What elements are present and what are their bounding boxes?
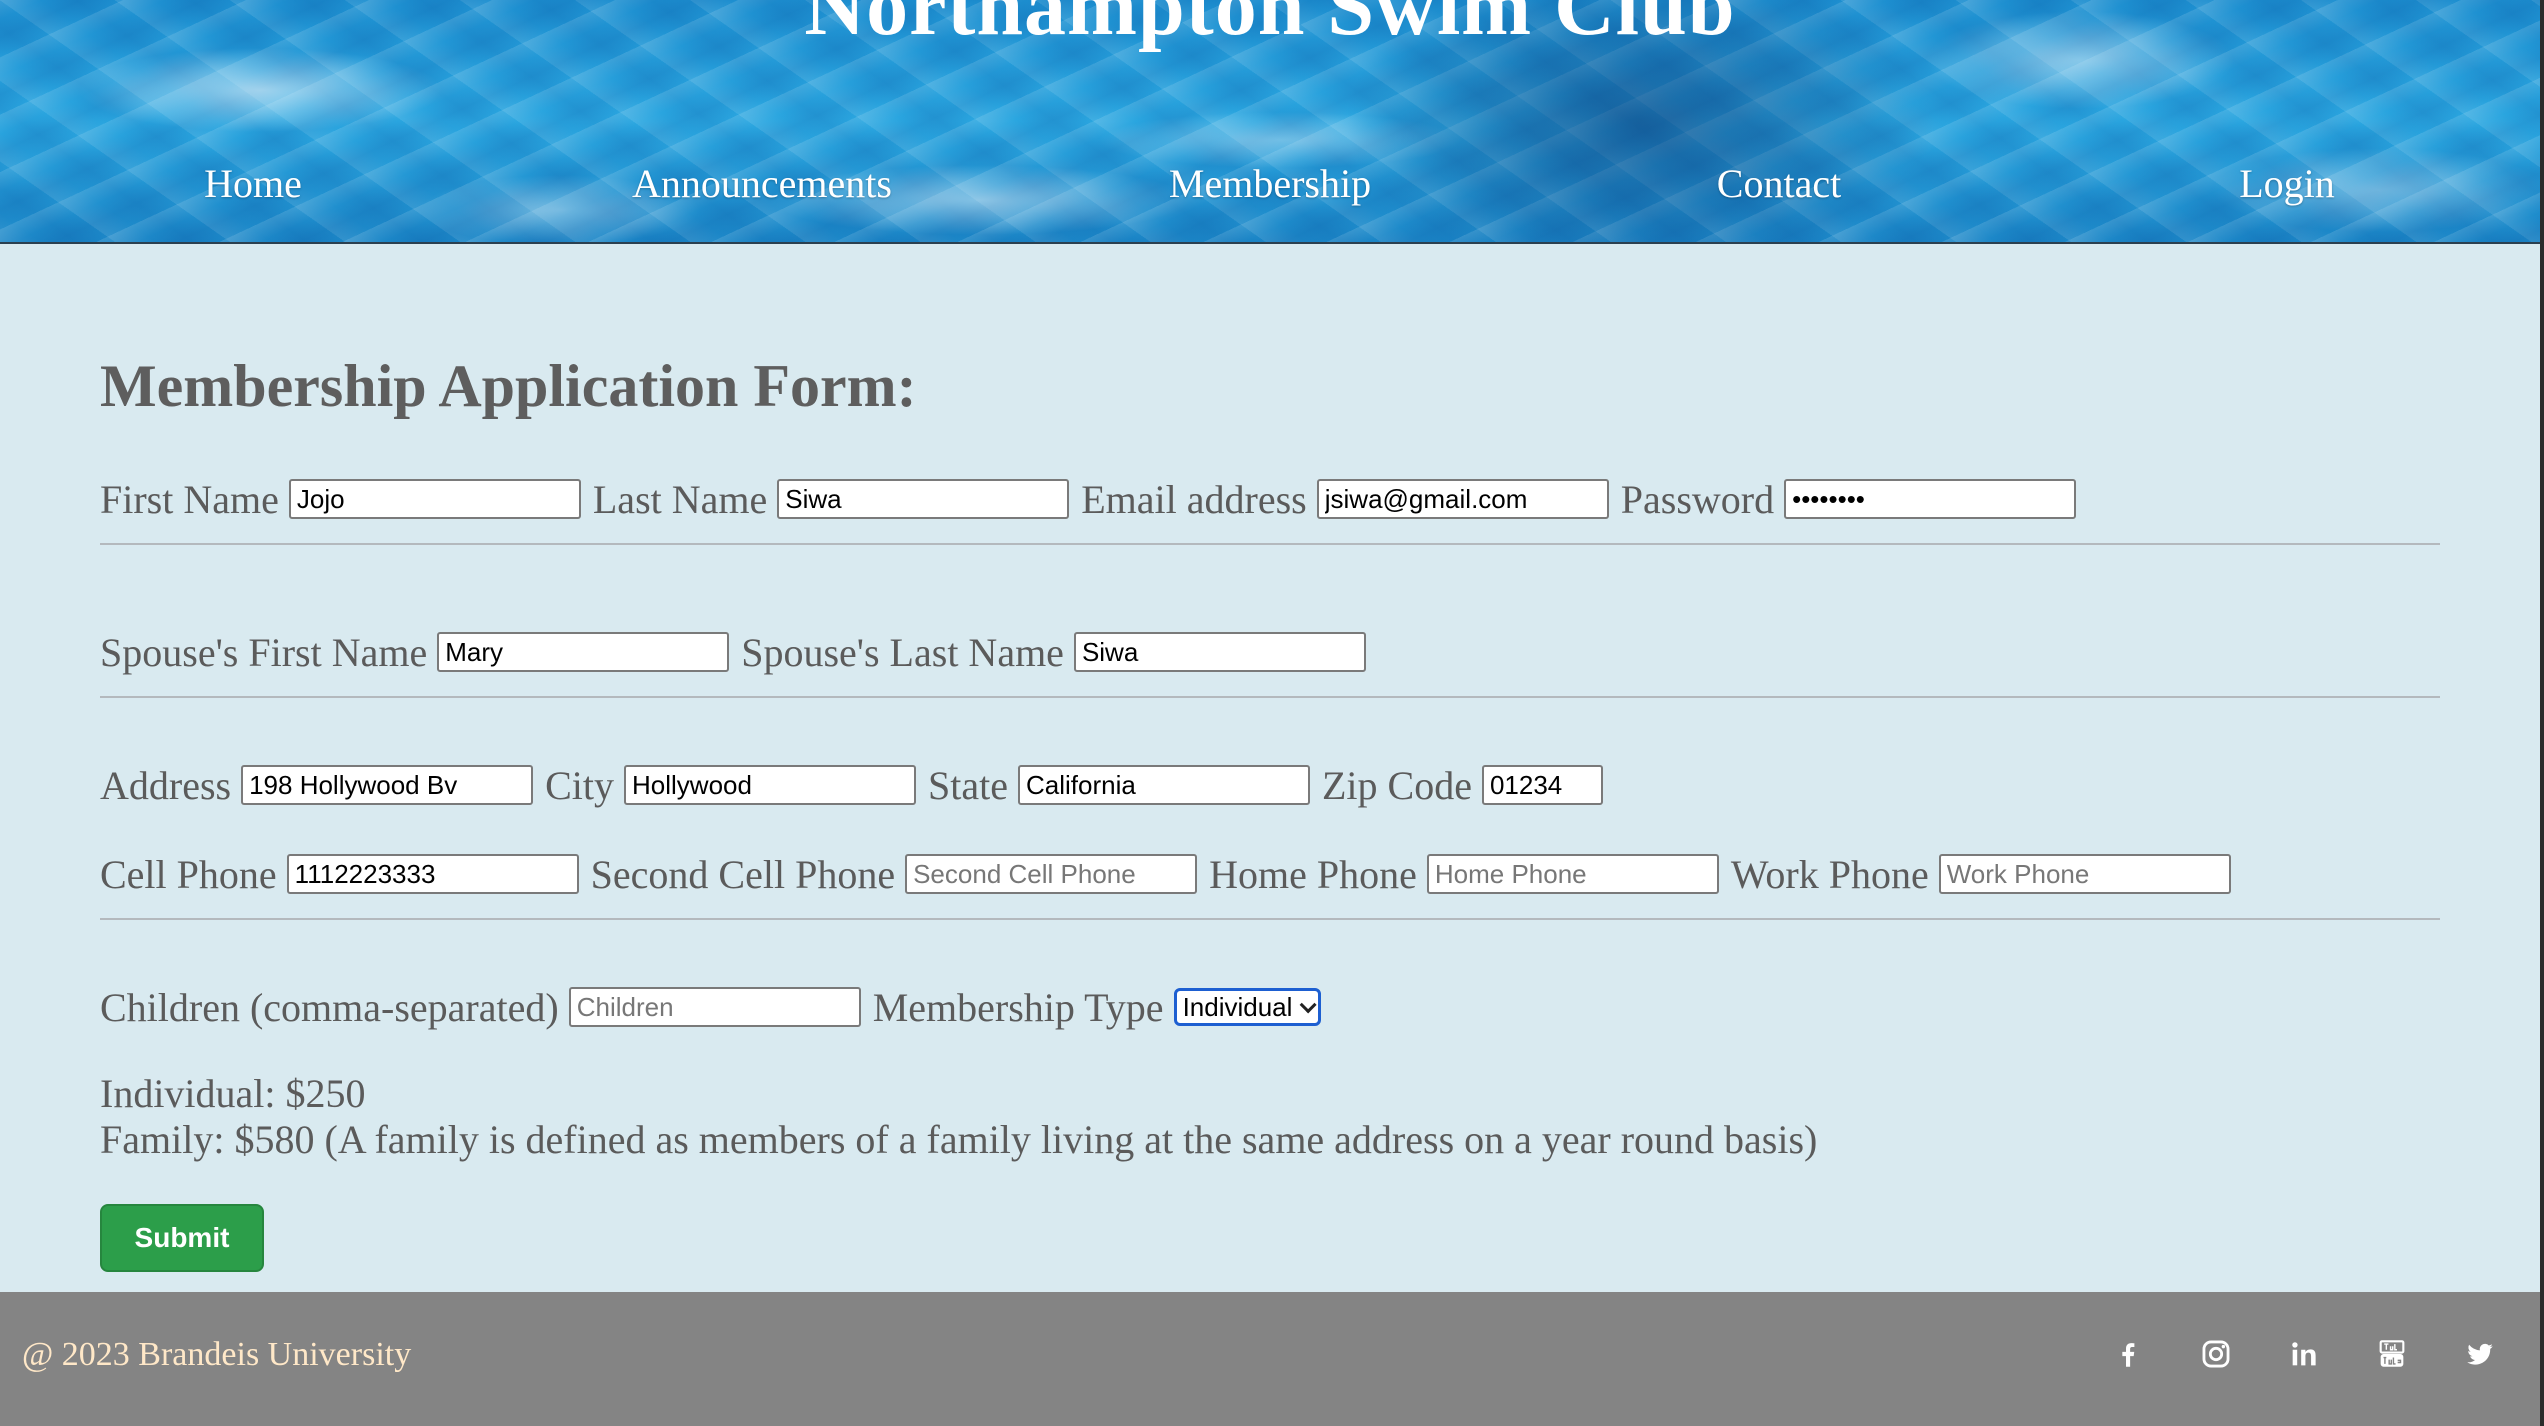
nav-membership[interactable]: Membership — [1169, 160, 1371, 207]
nav-home[interactable]: Home — [204, 160, 302, 207]
account-row: First Name Last Name Email address Passw… — [100, 476, 2088, 522]
last-name-label: Last Name — [592, 476, 768, 522]
linkedin-icon[interactable] — [2282, 1332, 2326, 1376]
home-phone-label: Home Phone — [1209, 851, 1417, 897]
zip-code-field[interactable] — [1481, 765, 1603, 805]
site-header: Northampton Swim Club Home Announcements… — [0, 0, 2540, 244]
address-row: Address City State Zip Code — [100, 762, 1615, 808]
facebook-icon[interactable] — [2106, 1332, 2150, 1376]
last-name-field[interactable] — [777, 479, 1070, 519]
zip-code-label: Zip Code — [1321, 762, 1472, 808]
spouse-last-name-field[interactable] — [1073, 632, 1366, 672]
spouse-last-name-label: Spouse's Last Name — [741, 629, 1064, 675]
city-field[interactable] — [624, 765, 916, 805]
address-label: Address — [100, 762, 232, 808]
password-label: Password — [1620, 476, 1775, 522]
state-field[interactable] — [1017, 765, 1310, 805]
membership-type-select[interactable]: Individual — [1173, 988, 1322, 1026]
city-label: City — [545, 762, 614, 808]
divider — [100, 918, 2440, 920]
price-family: Family: $580 (A family is defined as mem… — [100, 1117, 1818, 1162]
membership-type-label: Membership Type — [872, 984, 1164, 1030]
divider — [100, 696, 2440, 698]
spouse-first-name-label: Spouse's First Name — [100, 629, 428, 675]
copyright-text: @ 2023 Brandeis University — [22, 1336, 412, 1373]
cell-phone-field[interactable] — [286, 854, 579, 894]
home-phone-field[interactable] — [1426, 854, 1719, 894]
state-label: State — [928, 762, 1008, 808]
site-footer: @ 2023 Brandeis University — [0, 1292, 2540, 1426]
children-field[interactable] — [568, 987, 861, 1027]
page-title: Membership Application Form: — [100, 353, 917, 419]
work-phone-field[interactable] — [1938, 854, 2231, 894]
twitter-icon[interactable] — [2458, 1332, 2502, 1376]
main-nav: Home Announcements Membership Contact Lo… — [0, 160, 2540, 216]
instagram-icon[interactable] — [2194, 1332, 2238, 1376]
email-label: Email address — [1081, 476, 1307, 522]
cell-phone-label: Cell Phone — [100, 851, 277, 897]
divider — [100, 543, 2440, 545]
spouse-row: Spouse's First Name Spouse's Last Name — [100, 629, 1378, 675]
password-field[interactable] — [1784, 479, 2077, 519]
chevron-down-icon — [1300, 996, 1318, 1014]
spouse-first-name-field[interactable] — [437, 632, 730, 672]
first-name-field[interactable] — [288, 479, 581, 519]
nav-announcements[interactable]: Announcements — [632, 160, 892, 207]
membership-type-value: Individual — [1182, 991, 1293, 1022]
price-individual: Individual: $250 — [100, 1071, 366, 1116]
phone-row: Cell Phone Second Cell Phone Home Phone … — [100, 851, 2243, 897]
nav-contact[interactable]: Contact — [1717, 160, 1841, 207]
second-cell-phone-field[interactable] — [905, 854, 1198, 894]
nav-login[interactable]: Login — [2239, 160, 2335, 207]
submit-button[interactable]: Submit — [100, 1204, 264, 1272]
membership-row: Children (comma-separated) Membership Ty… — [100, 984, 1322, 1030]
youtube-icon[interactable] — [2370, 1332, 2414, 1376]
address-field[interactable] — [241, 765, 534, 805]
second-cell-phone-label: Second Cell Phone — [590, 851, 896, 897]
email-field[interactable] — [1316, 479, 1609, 519]
work-phone-label: Work Phone — [1730, 851, 1929, 897]
site-title: Northampton Swim Club — [804, 0, 1736, 53]
window-edge — [2540, 0, 2544, 1426]
children-label: Children (comma-separated) — [100, 984, 559, 1030]
first-name-label: First Name — [100, 476, 279, 522]
